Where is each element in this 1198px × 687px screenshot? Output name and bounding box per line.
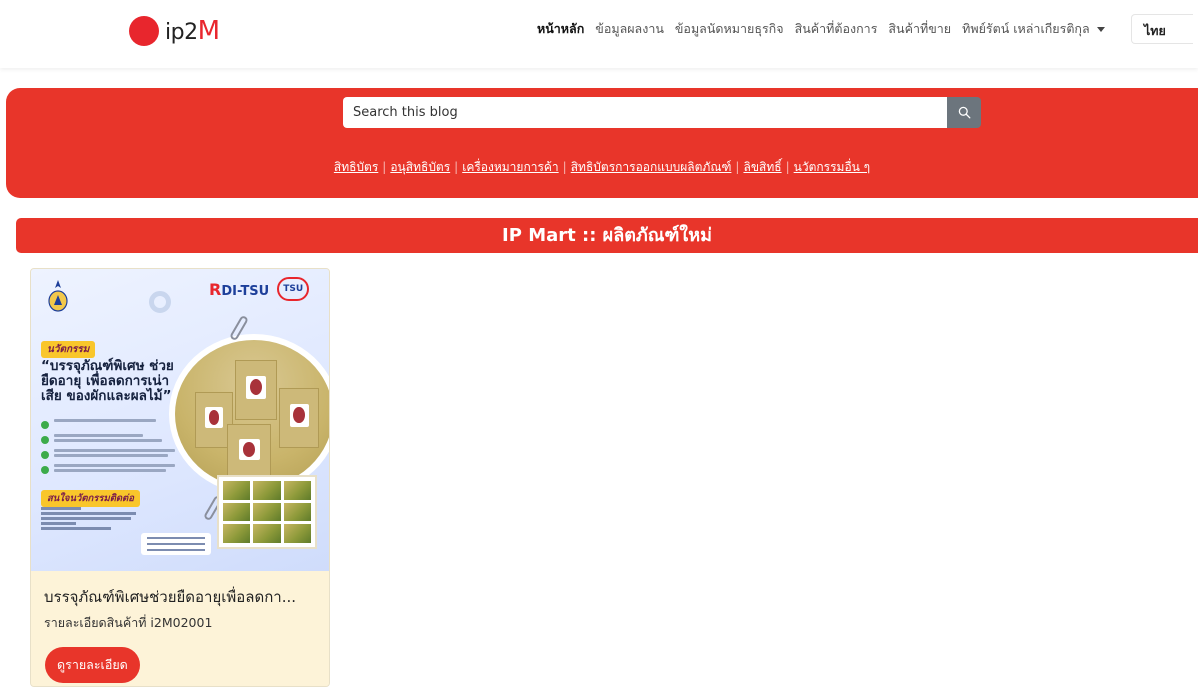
divider: |	[735, 160, 740, 174]
category-links: สิทธิบัตร | อนุสิทธิบัตร | เครื่องหมายการค้า…	[6, 158, 1198, 177]
nav-item-user-menu[interactable]: ทิพย์รัตน์ เหล่าเกียรติกุล	[962, 19, 1090, 39]
category-link-other-innovation[interactable]: นวัตกรรมอื่น ๆ	[794, 160, 870, 174]
check-icon	[41, 421, 49, 429]
search-button[interactable]	[947, 97, 981, 128]
product-card-body: บรรจุภัณฑ์พิเศษช่วยยืดอายุเพื่อลดกา... ร…	[31, 571, 329, 686]
search-bar	[343, 97, 981, 128]
university-emblem-icon	[48, 280, 68, 312]
decorative-circle	[149, 291, 171, 313]
category-link-trademark[interactable]: เครื่องหมายการค้า	[462, 160, 558, 174]
tsu-logo: TSU	[277, 277, 310, 301]
check-icon	[41, 436, 49, 444]
nav-item-wanted[interactable]: สินค้าที่ต้องการ	[795, 19, 878, 39]
divider: |	[785, 160, 790, 174]
search-icon	[958, 106, 970, 119]
main-nav: หน้าหลัก ข้อมูลผลงาน ข้อมูลนัดหมายธุรกิจ…	[537, 18, 1113, 40]
logo-text: ip2M	[165, 16, 220, 46]
language-select[interactable]: ไทย	[1131, 14, 1193, 44]
ditsu-logo: RDI-TSU	[209, 279, 270, 299]
poster-bullets	[41, 419, 181, 479]
poster-tag: นวัตกรรม	[41, 341, 96, 358]
chevron-down-icon[interactable]	[1096, 26, 1105, 32]
top-navbar: ip2M หน้าหลัก ข้อมูลผลงาน ข้อมูลนัดหมายธ…	[0, 0, 1198, 68]
product-card[interactable]: RDI-TSU TSU นวัตกรรม “บรรจุภัณฑ์พิเศษ ช่…	[30, 268, 330, 687]
poster-logos: RDI-TSU TSU	[209, 277, 310, 301]
logo-dot-icon	[129, 16, 159, 46]
poster-comparison-grid	[217, 475, 317, 549]
product-title[interactable]: บรรจุภัณฑ์พิเศษช่วยยืดอายุเพื่อลดกา...	[44, 585, 324, 609]
poster-headline: “บรรจุภัณฑ์พิเศษ ช่วยยืดอายุ เพื่อลดการเ…	[41, 358, 174, 404]
nav-item-selling[interactable]: สินค้าที่ขาย	[888, 19, 951, 39]
category-link-design-patent[interactable]: สิทธิบัตรการออกแบบผลิตภัณฑ์	[571, 160, 732, 174]
section-title: IP Mart :: ผลิตภัณฑ์ใหม่	[16, 218, 1198, 253]
product-photo	[169, 334, 329, 494]
nav-item-appointments[interactable]: ข้อมูลนัดหมายธุรกิจ	[675, 19, 784, 39]
category-link-petty-patent[interactable]: อนุสิทธิบัตร	[390, 160, 450, 174]
check-icon	[41, 451, 49, 459]
check-icon	[41, 466, 49, 474]
brand-logo[interactable]: ip2M	[129, 16, 220, 46]
product-code: รายละเอียดสินค้าที่ i2M02001	[44, 615, 213, 630]
divider: |	[454, 160, 459, 174]
search-input[interactable]	[343, 97, 947, 128]
poster-contact-lines	[41, 507, 141, 532]
nav-item-home[interactable]: หน้าหลัก	[537, 19, 584, 39]
poster-contact-tag: สนใจนวัตกรรมติดต่อ	[41, 490, 140, 507]
category-link-patent[interactable]: สิทธิบัตร	[334, 160, 378, 174]
category-link-copyright[interactable]: ลิขสิทธิ์	[743, 160, 781, 174]
nav-item-works[interactable]: ข้อมูลผลงาน	[595, 19, 664, 39]
product-image[interactable]: RDI-TSU TSU นวัตกรรม “บรรจุภัณฑ์พิเศษ ช่…	[31, 269, 329, 571]
poster-note-box	[141, 533, 211, 555]
divider: |	[382, 160, 387, 174]
view-details-button[interactable]: ดูรายละเอียด	[45, 647, 140, 683]
divider: |	[562, 160, 567, 174]
hero-banner: สิทธิบัตร|อนุสิทธิบัตร|เครื่องหมายการค้า…	[6, 88, 1198, 198]
